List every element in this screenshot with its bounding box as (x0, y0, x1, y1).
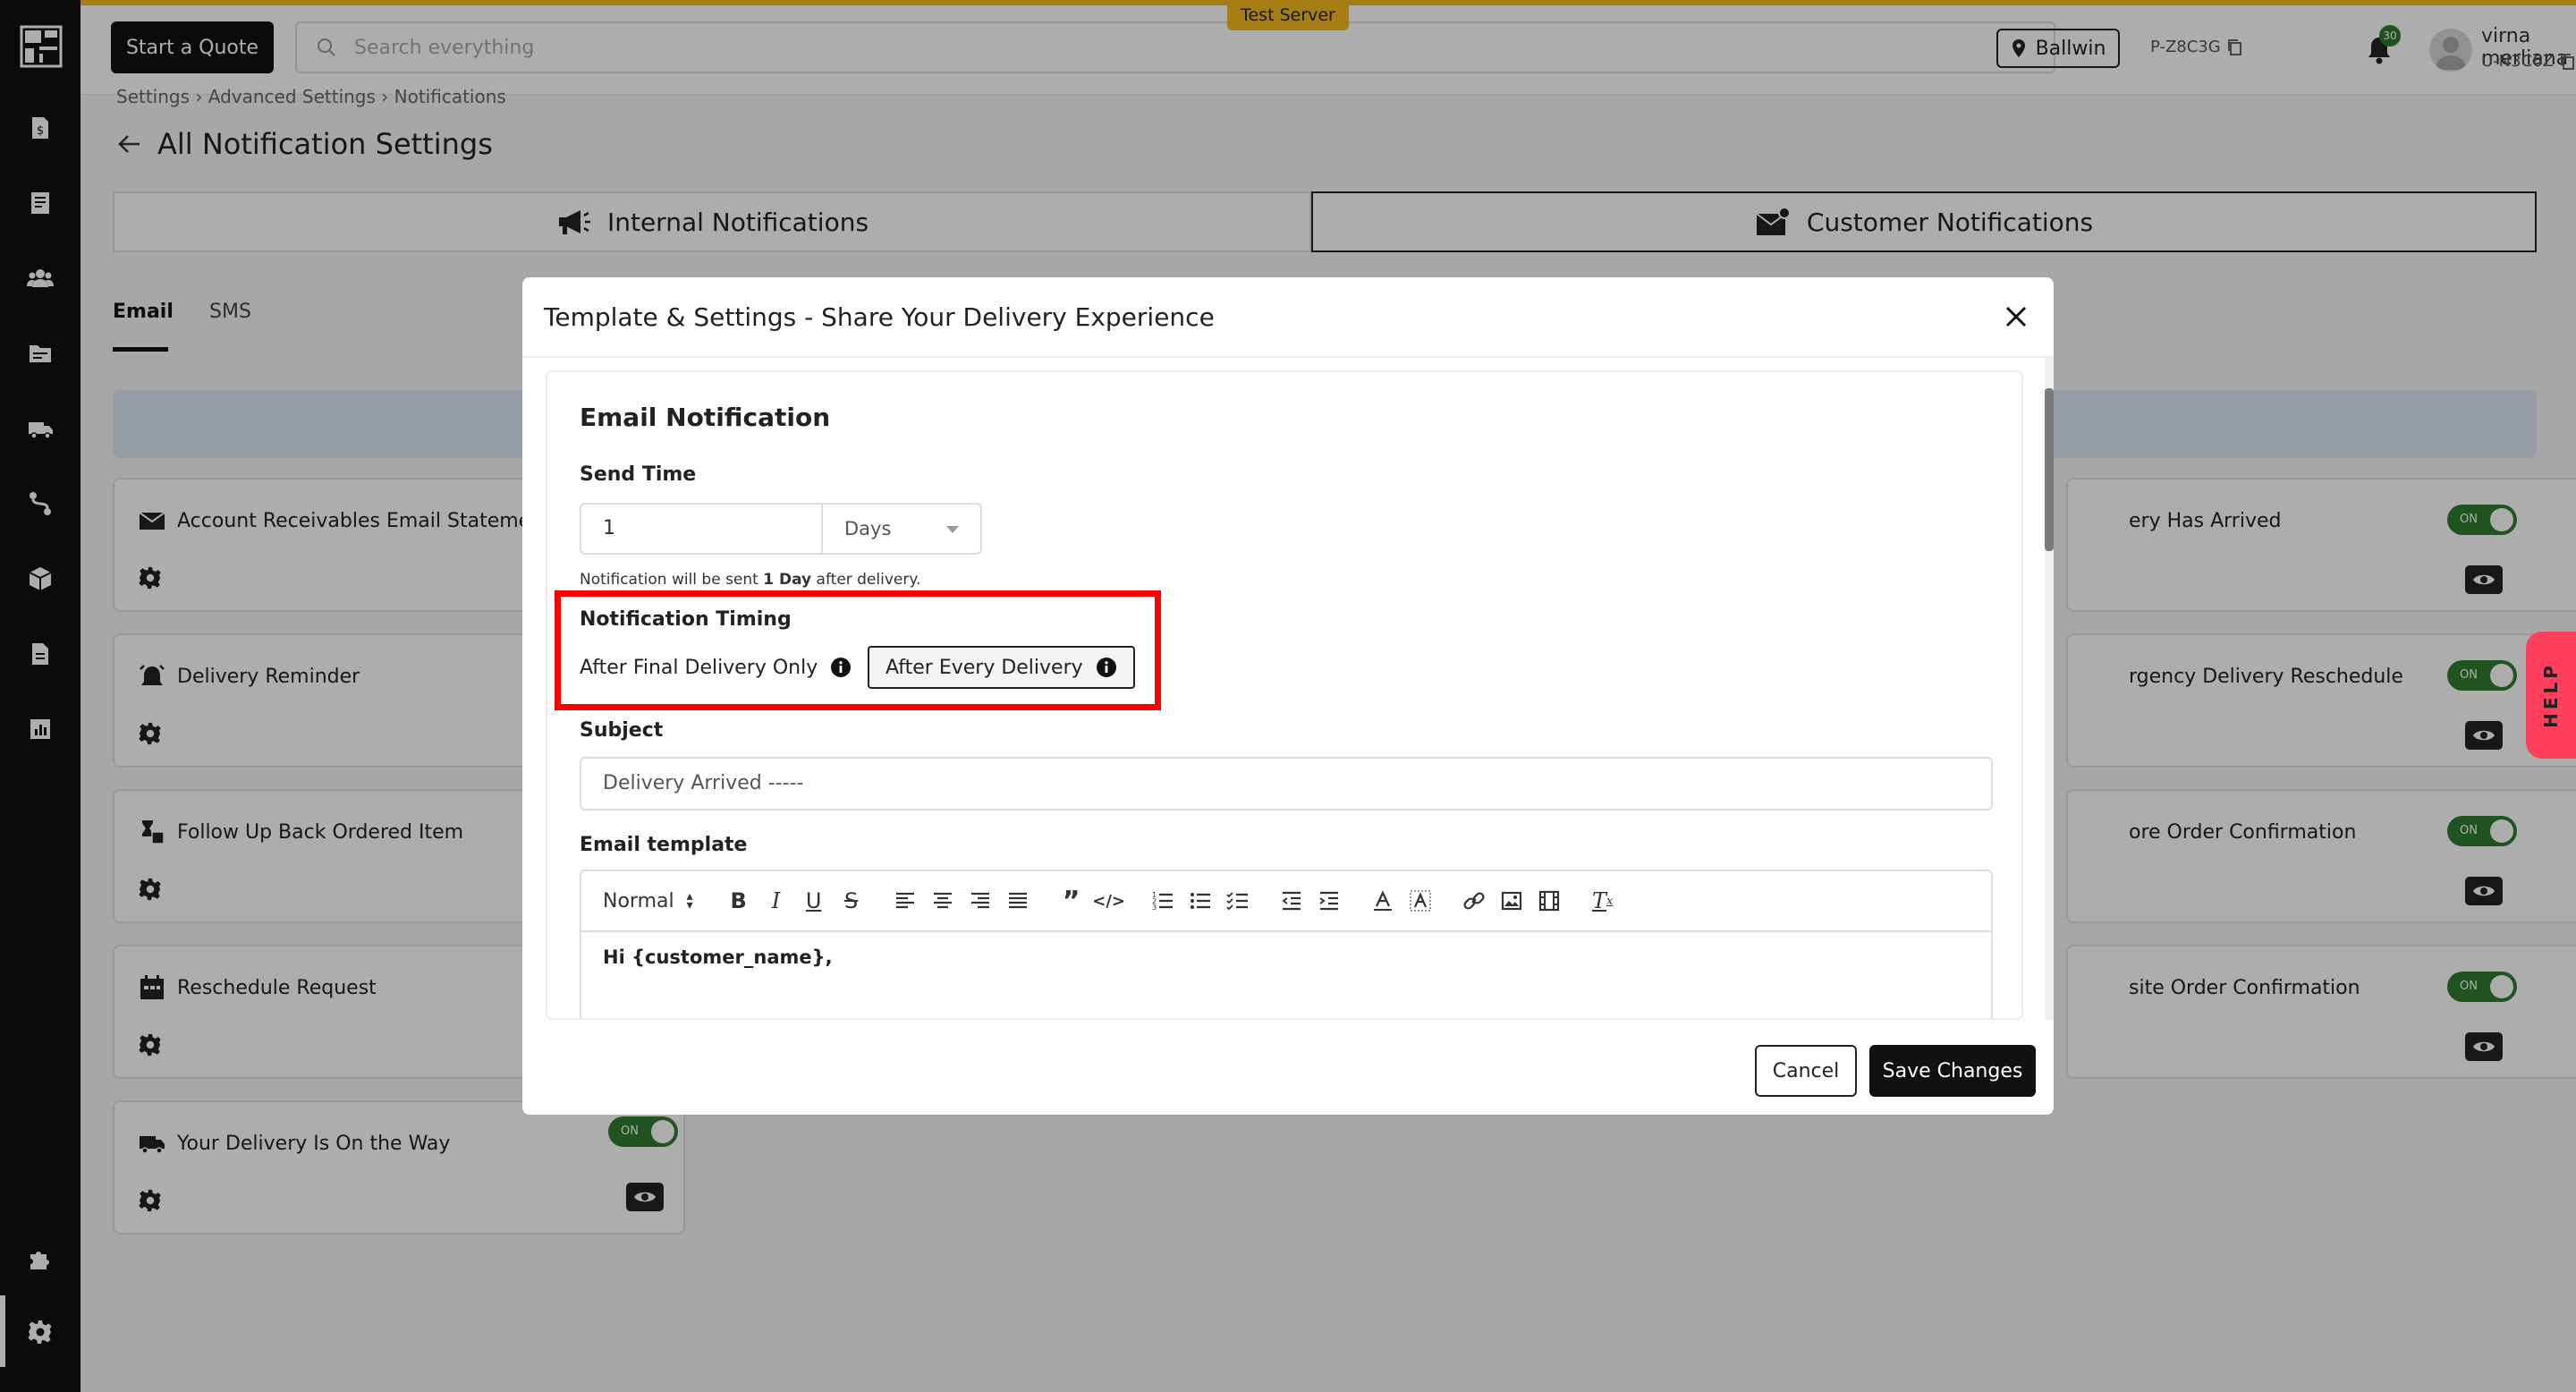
hint-bold: 1 Day (763, 571, 812, 589)
email-template-editor[interactable]: Hi {customer_name}, (580, 930, 1993, 1018)
blockquote-icon[interactable]: ” (1058, 886, 1085, 917)
align-center-icon[interactable] (929, 887, 956, 914)
send-time-label: Send Time (580, 463, 697, 486)
checklist-icon[interactable] (1224, 887, 1251, 914)
template-settings-modal: Template & Settings - Share Your Deliver… (522, 277, 2054, 1115)
video-icon[interactable] (1536, 887, 1563, 914)
close-icon[interactable] (2000, 301, 2032, 333)
modal-title: Template & Settings - Share Your Deliver… (544, 302, 1215, 332)
send-time-unit-select[interactable]: Days (821, 503, 982, 555)
ordered-list-icon[interactable]: 123 (1149, 887, 1176, 914)
hint-suffix: after delivery. (811, 571, 921, 589)
subject-label: Subject (580, 719, 664, 742)
email-notification-panel: Email Notification Send Time 1 Days Noti… (546, 370, 2023, 1020)
notification-timing-label: Notification Timing (580, 608, 792, 631)
outdent-icon[interactable] (1278, 887, 1305, 914)
cancel-button[interactable]: Cancel (1755, 1045, 1857, 1097)
bullet-list-icon[interactable] (1187, 887, 1214, 914)
svg-text:3: 3 (1152, 904, 1157, 912)
option-after-every-delivery[interactable]: After Every Delivery (868, 646, 1135, 689)
info-icon[interactable] (1096, 657, 1117, 678)
send-time-hint: Notification will be sent 1 Day after de… (580, 571, 920, 589)
subject-input[interactable]: Delivery Arrived ----- (580, 757, 1993, 811)
modal-divider (522, 356, 2054, 358)
modal-scrollbar-thumb[interactable] (2045, 388, 2054, 551)
unit-select-value: Days (844, 518, 892, 539)
italic-icon[interactable]: I (763, 887, 790, 914)
background-color-icon[interactable] (1407, 887, 1434, 914)
align-justify-icon[interactable] (1004, 887, 1031, 914)
info-icon[interactable] (830, 657, 852, 678)
format-select-value: Normal (603, 889, 674, 912)
bold-icon[interactable]: B (725, 887, 752, 914)
option-label: After Every Delivery (886, 656, 1083, 679)
align-left-icon[interactable] (892, 887, 919, 914)
text-color-icon[interactable] (1369, 887, 1396, 914)
chevron-down-icon (946, 526, 959, 533)
updown-arrows-icon: ▴ ▾ (686, 889, 693, 912)
section-title: Email Notification (580, 403, 831, 432)
link-icon[interactable] (1461, 887, 1487, 914)
code-block-icon[interactable]: </> (1092, 887, 1125, 914)
email-template-label: Email template (580, 834, 748, 856)
format-select[interactable]: Normal ▴ ▾ (603, 890, 693, 912)
indent-icon[interactable] (1316, 887, 1343, 914)
option-after-final-delivery[interactable]: After Final Delivery Only (564, 646, 868, 689)
help-label: HELP (2540, 662, 2562, 728)
clear-format-icon[interactable]: Tx (1589, 887, 1616, 914)
editor-toolbar: Normal ▴ ▾ B I U S ” </> 123 T x (580, 870, 1993, 932)
option-label: After Final Delivery Only (580, 656, 818, 679)
underline-icon[interactable]: U (801, 887, 827, 914)
save-changes-button[interactable]: Save Changes (1869, 1045, 2036, 1097)
help-tab[interactable]: HELP (2526, 632, 2576, 759)
hint-prefix: Notification will be sent (580, 571, 764, 589)
strikethrough-icon[interactable]: S (838, 887, 865, 914)
send-time-number-input[interactable]: 1 (580, 503, 823, 555)
image-icon[interactable] (1498, 887, 1525, 914)
align-right-icon[interactable] (967, 887, 994, 914)
